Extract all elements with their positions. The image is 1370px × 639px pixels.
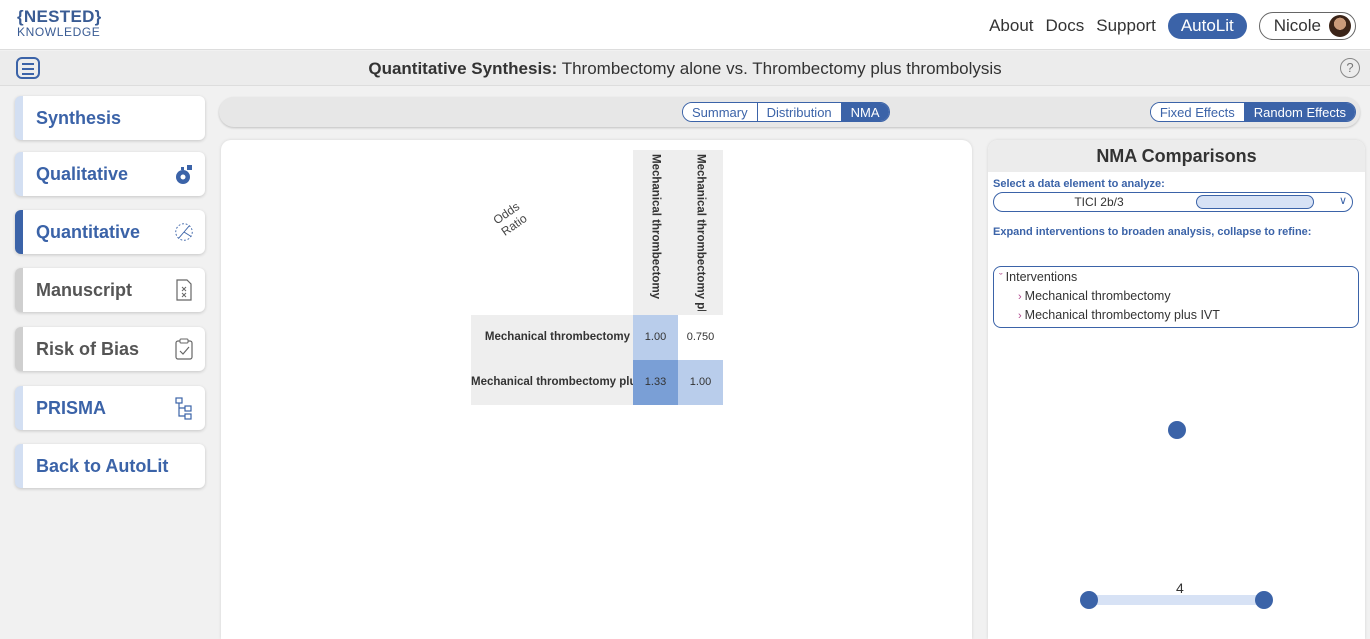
column-header: Mechanical thrombectomy xyxy=(633,150,678,315)
table-cell[interactable]: 0.750 xyxy=(678,315,723,360)
gear-icon xyxy=(176,165,192,184)
interventions-tree: ˇ Interventions › Mechanical thrombectomy … xyxy=(993,266,1359,328)
page-title-bold: Quantitative Synthesis: xyxy=(368,59,558,78)
user-menu-button[interactable]: Nicole xyxy=(1258,12,1356,40)
column-header-label: Mechanical thrombectomy pl... xyxy=(694,154,707,311)
nav-support[interactable]: Support xyxy=(1096,16,1156,36)
table-cell[interactable]: 1.00 xyxy=(633,315,678,360)
logo-line1: {NESTED} xyxy=(17,7,102,26)
chevron-down-icon[interactable]: ˇ xyxy=(999,272,1003,284)
tab-random-effects[interactable]: Random Effects xyxy=(1243,103,1355,121)
page-title: Quantitative Synthesis: Thrombectomy alo… xyxy=(0,59,1370,79)
sidebar-item-quantitative[interactable]: Quantitative xyxy=(15,210,205,254)
sidebar-item-qualitative[interactable]: Qualitative xyxy=(15,152,205,196)
network-edge[interactable] xyxy=(1088,595,1263,605)
sidebar-item-risk-of-bias[interactable]: Risk of Bias xyxy=(15,327,205,371)
sidebar-item-label: Manuscript xyxy=(36,280,133,300)
tree-root[interactable]: ˇ Interventions xyxy=(999,270,1077,284)
row-header: Mechanical thrombectomy plus xyxy=(471,360,633,405)
chevron-right-icon[interactable]: › xyxy=(1018,310,1022,322)
network-node[interactable] xyxy=(1168,421,1186,439)
tab-fixed-effects[interactable]: Fixed Effects xyxy=(1150,103,1244,121)
view-toolbar: Summary Distribution NMA Fixed Effects R… xyxy=(219,97,1360,127)
sidebar-item-back-to-autolit[interactable]: Back to AutoLit xyxy=(15,444,205,488)
select-pill xyxy=(1196,195,1314,209)
user-name: Nicole xyxy=(1273,16,1321,35)
document-icon xyxy=(176,279,192,301)
sidebar-item-label: Quantitative xyxy=(36,222,141,242)
chevron-down-icon[interactable]: ∨ xyxy=(1339,194,1347,207)
sidebar-item-label: Synthesis xyxy=(36,108,122,128)
tree-item[interactable]: › Mechanical thrombectomy xyxy=(1018,289,1171,303)
sidebar-item-label: Risk of Bias xyxy=(36,339,140,359)
table-cell[interactable]: 1.33 xyxy=(633,360,678,405)
tab-nma[interactable]: NMA xyxy=(840,103,889,121)
tree-item-label: Mechanical thrombectomy plus IVT xyxy=(1024,308,1220,322)
column-header: Mechanical thrombectomy pl... xyxy=(678,150,723,315)
select-label: Select a data element to analyze: xyxy=(993,178,1165,190)
data-element-select[interactable]: TICI 2b/3 ∨ xyxy=(993,192,1353,212)
tree-root-label: Interventions xyxy=(1005,270,1078,284)
nav-docs[interactable]: Docs xyxy=(1046,16,1085,36)
effect-tabs: Fixed Effects Random Effects xyxy=(1149,102,1356,122)
title-bar: Quantitative Synthesis: Thrombectomy alo… xyxy=(0,51,1370,86)
network-node[interactable] xyxy=(1080,591,1098,609)
autolit-button[interactable]: AutoLit xyxy=(1167,13,1247,39)
top-nav: About Docs Support AutoLit Nicole xyxy=(989,12,1356,40)
flowchart-icon xyxy=(175,397,192,420)
selected-value: TICI 2b/3 xyxy=(1074,195,1124,209)
chevron-right-icon[interactable]: › xyxy=(1018,291,1022,303)
expand-label: Expand interventions to broaden analysis… xyxy=(993,226,1312,238)
help-icon[interactable]: ? xyxy=(1340,58,1360,78)
metric-label: Odds Ratio xyxy=(490,199,530,239)
view-tabs: Summary Distribution NMA xyxy=(682,102,890,122)
sidebar-item-synthesis[interactable]: Synthesis xyxy=(15,96,205,140)
clipboard-check-icon xyxy=(175,338,193,360)
column-header-label: Mechanical thrombectomy xyxy=(649,154,662,300)
row-header: Mechanical thrombectomy xyxy=(471,315,633,360)
network-edge-label: 4 xyxy=(1176,580,1184,596)
page-title-rest: Thrombectomy alone vs. Thrombectomy plus… xyxy=(557,59,1002,78)
dial-icon xyxy=(175,223,193,241)
top-bar: {NESTED} KNOWLEDGE About Docs Support Au… xyxy=(0,0,1370,50)
sidebar-item-label: Back to AutoLit xyxy=(36,456,169,476)
tree-item[interactable]: › Mechanical thrombectomy plus IVT xyxy=(1018,308,1220,322)
network-node[interactable] xyxy=(1255,591,1273,609)
sidebar-item-prisma[interactable]: PRISMA xyxy=(15,386,205,430)
league-table-panel: Odds Ratio Mechanical thrombectomy Mecha… xyxy=(221,140,972,639)
nav-about[interactable]: About xyxy=(989,16,1033,36)
logo-line2: KNOWLEDGE xyxy=(17,25,101,39)
sidebar-item-manuscript[interactable]: Manuscript xyxy=(15,268,205,312)
logo[interactable]: {NESTED} KNOWLEDGE xyxy=(17,8,102,38)
table-cell[interactable]: 1.00 xyxy=(678,360,723,405)
nma-comparisons-panel: NMA Comparisons Select a data element to… xyxy=(988,140,1365,639)
tab-distribution[interactable]: Distribution xyxy=(756,103,841,121)
tree-item-label: Mechanical thrombectomy xyxy=(1024,289,1171,303)
sidebar-item-label: PRISMA xyxy=(36,398,107,418)
panel-title: NMA Comparisons xyxy=(988,140,1365,172)
avatar xyxy=(1329,15,1351,37)
sidebar-item-label: Qualitative xyxy=(36,164,129,184)
tab-summary[interactable]: Summary xyxy=(683,103,757,121)
